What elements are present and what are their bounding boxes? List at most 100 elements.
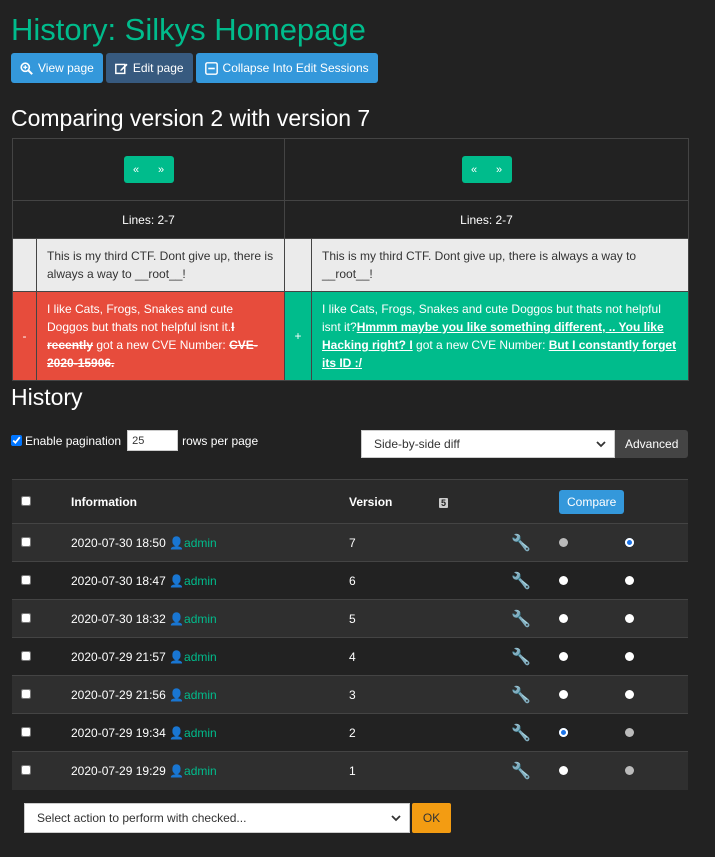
select-all-checkbox[interactable]: [21, 495, 31, 506]
compare-heading: Comparing version 2 with version 7: [11, 105, 371, 131]
compare-old-radio[interactable]: [559, 765, 568, 775]
row-tool-cell: 🔧: [510, 523, 558, 562]
chevron-down-icon: [391, 815, 401, 822]
edit-page-button[interactable]: Edit page: [105, 53, 193, 83]
wrench-icon[interactable]: 🔧: [511, 725, 531, 742]
enable-pagination-label: Enable pagination: [25, 433, 122, 448]
right-next-button[interactable]: »: [487, 156, 512, 183]
row-user-link[interactable]: admin: [184, 764, 217, 778]
compare-old-radio[interactable]: [559, 651, 568, 661]
compare-new-radio[interactable]: [625, 765, 634, 775]
row-version: 2: [348, 713, 438, 752]
compare-old-radio[interactable]: [559, 689, 568, 699]
row-user-link[interactable]: admin: [184, 726, 217, 740]
compare-old-radio[interactable]: [559, 727, 568, 737]
history-table: Information Version 5 Compare 2020-07-30…: [12, 479, 689, 790]
wrench-icon[interactable]: 🔧: [511, 611, 531, 628]
row-user-link[interactable]: admin: [184, 688, 217, 702]
row-checkbox[interactable]: [21, 650, 31, 661]
compare-old-radio[interactable]: [559, 613, 568, 623]
row-version: 5: [348, 599, 438, 638]
row-info: 2020-07-30 18:47 👤admin: [70, 561, 348, 600]
wrench-icon[interactable]: 🔧: [511, 573, 531, 590]
deletion-marker: -: [12, 291, 37, 381]
right-lines-label: Lines: 2-7: [284, 200, 689, 239]
row-date: 2020-07-29 21:56: [71, 687, 166, 702]
collapse-sessions-button[interactable]: Collapse Into Edit Sessions: [195, 53, 378, 83]
compare-old-radio[interactable]: [559, 537, 568, 547]
row-tool-cell: 🔧: [510, 713, 558, 752]
compare-new-radio[interactable]: [625, 727, 634, 737]
row-info: 2020-07-29 21:56 👤admin: [70, 675, 348, 714]
row-user-link[interactable]: admin: [184, 574, 217, 588]
row-user-link[interactable]: admin: [184, 650, 217, 664]
advanced-button[interactable]: Advanced: [615, 430, 689, 458]
compare-new-radio[interactable]: [625, 689, 634, 699]
deleted-text-a: I like Cats, Frogs, Snakes and cute Dogg…: [47, 302, 234, 334]
row-checkbox[interactable]: [21, 688, 31, 699]
user-icon: 👤: [169, 573, 185, 588]
view-page-button[interactable]: View page: [11, 53, 103, 83]
row-spacer: [438, 523, 510, 562]
compare-new-radio[interactable]: [625, 651, 634, 661]
bulk-action-select[interactable]: Select action to perform with checked...: [24, 803, 410, 833]
row-old-radio-cell: [558, 713, 624, 752]
row-new-radio-cell: [624, 713, 689, 752]
table-row: 2020-07-30 18:47 👤admin 6 🔧: [12, 561, 689, 600]
inserted-text-b: got a new CVE Number:: [412, 338, 549, 352]
row-checkbox-cell: [12, 599, 70, 638]
wrench-icon[interactable]: 🔧: [511, 763, 531, 780]
row-checkbox[interactable]: [21, 764, 31, 775]
row-spacer: [438, 751, 510, 790]
row-user-link[interactable]: admin: [184, 536, 217, 550]
row-old-radio-cell: [558, 523, 624, 562]
row-tool-cell: 🔧: [510, 637, 558, 676]
row-old-radio-cell: [558, 637, 624, 676]
compare-new-radio[interactable]: [625, 537, 634, 547]
wrench-icon[interactable]: 🔧: [511, 687, 531, 704]
ok-button[interactable]: OK: [412, 803, 451, 833]
row-date: 2020-07-29 19:29: [71, 763, 166, 778]
row-new-radio-cell: [624, 751, 689, 790]
right-prev-button[interactable]: «: [462, 156, 487, 183]
context-right-marker: [284, 238, 312, 292]
row-checkbox-cell: [12, 675, 70, 714]
diff-mode-group: Side-by-side diff Advanced: [361, 430, 689, 458]
row-checkbox-cell: [12, 523, 70, 562]
row-info: 2020-07-29 19:34 👤admin: [70, 713, 348, 752]
chevron-down-icon: [596, 441, 606, 448]
rows-per-page-input[interactable]: [127, 430, 179, 451]
wrench-icon[interactable]: 🔧: [511, 535, 531, 552]
row-checkbox-cell: [12, 713, 70, 752]
compare-old-radio[interactable]: [559, 575, 568, 585]
row-date: 2020-07-29 21:57: [71, 649, 166, 664]
diff-table: « » « » Lines: 2-7 Lines: 2-7 This is my…: [12, 138, 689, 381]
table-row: 2020-07-29 21:56 👤admin 3 🔧: [12, 675, 689, 714]
compare-new-radio[interactable]: [625, 613, 634, 623]
wrench-icon[interactable]: 🔧: [511, 649, 531, 666]
left-next-button[interactable]: »: [149, 156, 174, 183]
row-info: 2020-07-29 19:29 👤admin: [70, 751, 348, 790]
right-nav-cell: « »: [284, 138, 689, 201]
html5-header: 5: [438, 479, 510, 524]
bulk-action-value: Select action to perform with checked...: [37, 811, 247, 825]
row-checkbox[interactable]: [21, 574, 31, 585]
html5-icon: 5: [439, 497, 449, 508]
row-checkbox-cell: [12, 637, 70, 676]
row-tool-cell: 🔧: [510, 599, 558, 638]
compare-new-radio[interactable]: [625, 575, 634, 585]
row-checkbox[interactable]: [21, 612, 31, 623]
context-left-marker: [12, 238, 37, 292]
enable-pagination-checkbox[interactable]: [11, 435, 22, 446]
left-nav-cell: « »: [12, 138, 285, 201]
page-toolbar: View page Edit page Collapse Into Edit S…: [11, 53, 378, 83]
row-checkbox[interactable]: [21, 726, 31, 737]
row-version: 1: [348, 751, 438, 790]
row-checkbox[interactable]: [21, 536, 31, 547]
row-user-link[interactable]: admin: [184, 612, 217, 626]
row-new-radio-cell: [624, 599, 689, 638]
left-prev-button[interactable]: «: [124, 156, 149, 183]
diff-mode-select[interactable]: Side-by-side diff: [361, 430, 615, 458]
row-spacer: [438, 637, 510, 676]
compare-button[interactable]: Compare: [559, 489, 625, 514]
